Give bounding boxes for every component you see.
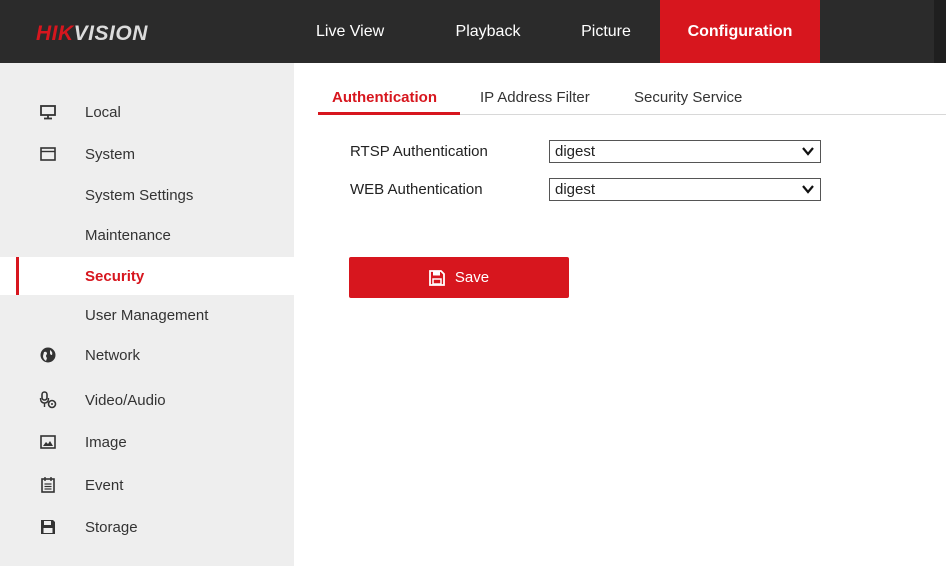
system-icon [39,145,57,163]
logo-part-hik: HIK [36,22,74,45]
rtsp-authentication-label: RTSP Authentication [350,143,488,160]
sidebar-item-label: System [85,145,136,163]
web-authentication-select[interactable]: digest [549,178,821,201]
event-icon [39,476,57,494]
tab-authentication[interactable]: Authentication [332,89,437,106]
active-tab-indicator [318,112,460,115]
sidebar-item-label: Event [85,476,124,494]
nav-picture[interactable]: Picture [552,0,660,63]
storage-icon [39,518,57,536]
tab-bar: Authentication IP Address Filter Securit… [318,63,946,115]
sidebar-item-maintenance[interactable]: Maintenance [0,216,294,254]
image-icon [39,433,57,451]
nav-live-view[interactable]: Live View [292,0,424,63]
top-bar: HIKVISION Live View Playback Picture Con… [0,0,946,63]
tab-ip-address-filter[interactable]: IP Address Filter [480,89,590,106]
sidebar-item-user-management[interactable]: User Management [0,296,294,334]
save-button-label: Save [454,269,490,286]
top-nav: Live View Playback Picture Configuration [292,0,820,63]
sidebar-item-local[interactable]: Local [0,93,294,131]
sidebar-item-label: Video/Audio [85,391,166,409]
web-authentication-value: digest [555,181,596,198]
logo-part-vision: VISION [73,22,148,45]
sidebar-item-system[interactable]: System [0,135,294,173]
sidebar: Local System System Settings Maintenance… [0,63,294,566]
sidebar-item-system-settings[interactable]: System Settings [0,176,294,214]
nav-playback[interactable]: Playback [424,0,552,63]
sidebar-item-label: Local [85,103,121,121]
nav-configuration[interactable]: Configuration [660,0,820,63]
tab-security-service[interactable]: Security Service [634,89,742,106]
sidebar-item-storage[interactable]: Storage [0,508,294,546]
rtsp-authentication-value: digest [555,143,596,160]
monitor-icon [39,103,57,121]
save-button[interactable]: Save [349,257,569,298]
web-authentication-label: WEB Authentication [350,181,483,198]
hikvision-logo: HIKVISION [36,22,148,46]
sidebar-item-label: Network [85,346,141,364]
topbar-edge [934,0,946,63]
sidebar-item-network[interactable]: Network [0,336,294,374]
sidebar-item-image[interactable]: Image [0,423,294,461]
save-icon [428,269,445,286]
sidebar-item-security[interactable]: Security [0,257,294,295]
sidebar-item-label: Security [85,267,145,285]
sidebar-item-label: Storage [85,518,138,536]
sidebar-item-label: Image [85,433,127,451]
video-audio-icon [39,391,57,409]
sidebar-item-video-audio[interactable]: Video/Audio [0,381,294,419]
sidebar-item-event[interactable]: Event [0,466,294,504]
sidebar-item-label: User Management [85,306,209,324]
sidebar-item-label: System Settings [85,186,194,204]
chevron-down-icon [802,185,814,194]
chevron-down-icon [802,147,814,156]
network-icon [39,346,57,364]
sidebar-item-label: Maintenance [85,226,171,244]
rtsp-authentication-select[interactable]: digest [549,140,821,163]
